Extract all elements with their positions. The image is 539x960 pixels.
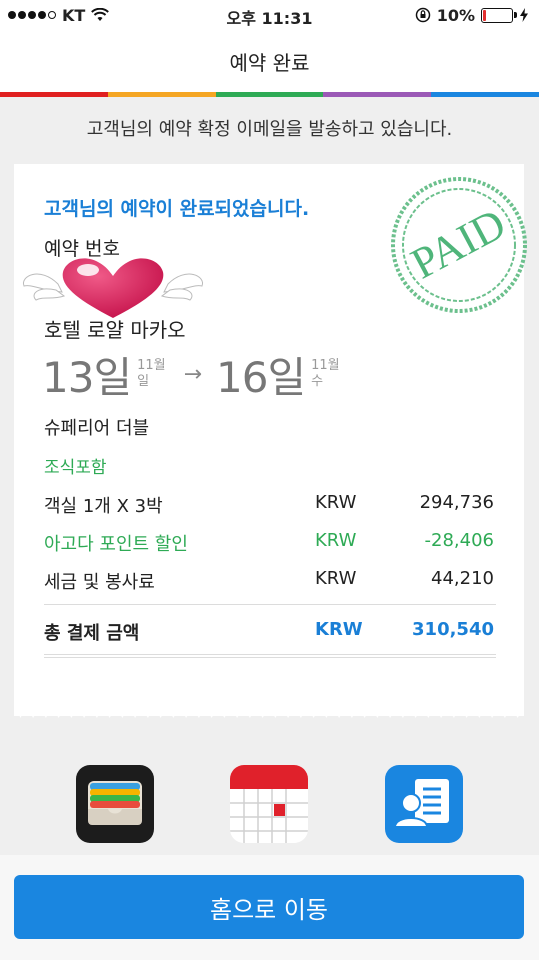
- checkin-day: 13일: [42, 352, 132, 402]
- checkin-weekday: 일: [137, 374, 150, 389]
- carrier-name: KT: [62, 5, 86, 25]
- stripe-segment: [431, 92, 539, 97]
- price-row-tax: 세금 및 봉사료 KRW 44,210: [44, 568, 494, 596]
- price-row-total: 총 결제 금액 KRW 310,540: [44, 619, 494, 647]
- price-row-label: 세금 및 봉사료: [44, 572, 155, 593]
- checkout-weekday: 수: [311, 374, 324, 389]
- contact-document-icon[interactable]: [385, 765, 463, 843]
- price-row-label: 객실 1개 X 3박: [44, 496, 163, 517]
- booking-receipt-card: 고객님의 예약이 완료되었습니다. 예약 번호 PAID 호텔 로얄 마카오 1…: [14, 164, 527, 716]
- booking-complete-title: 고객님의 예약이 완료되었습니다.: [44, 198, 310, 220]
- price-row-points-discount: 아고다 포인트 할인 KRW -28,406: [44, 530, 494, 558]
- winged-heart-sticker: [23, 258, 203, 318]
- stay-dates: 13일 11월 일 → 16일 11월 수: [42, 349, 340, 402]
- price-row-room: 객실 1개 X 3박 KRW 294,736: [44, 492, 494, 520]
- price-row-currency: KRW: [315, 492, 357, 513]
- battery-percent: 10%: [436, 5, 475, 25]
- stripe-segment: [0, 92, 108, 97]
- email-notice: 고객님의 예약 확정 이메일을 발송하고 있습니다.: [86, 119, 453, 140]
- total-amount: 310,540: [412, 619, 494, 640]
- price-row-amount: -28,406: [424, 530, 494, 551]
- status-bar: KT 오후 11:31 10%: [0, 0, 539, 30]
- paid-stamp: PAID: [391, 177, 527, 313]
- calendar-icon[interactable]: [230, 765, 308, 843]
- hotel-name: 호텔 로얄 마카오: [44, 318, 186, 342]
- checkout-day: 16일: [216, 352, 306, 402]
- divider: [44, 657, 496, 658]
- page-title: 예약 완료: [229, 50, 310, 75]
- battery-icon: [481, 7, 517, 23]
- checkout-month: 11월: [311, 358, 340, 373]
- price-row-currency: KRW: [315, 530, 357, 551]
- price-row-amount: 294,736: [419, 492, 494, 513]
- action-icons: [0, 765, 539, 845]
- divider: [44, 654, 496, 655]
- signal-strength-icon: [8, 11, 56, 19]
- stripe-segment: [215, 92, 324, 97]
- wallet-icon[interactable]: [76, 765, 154, 843]
- paid-stamp-text: PAID: [403, 199, 513, 289]
- brand-color-stripe: [0, 92, 539, 97]
- divider: [44, 604, 496, 605]
- go-home-button[interactable]: 홈으로 이동: [14, 875, 524, 939]
- price-row-amount: 44,210: [431, 568, 494, 589]
- wifi-icon: [91, 8, 110, 21]
- stripe-segment: [323, 92, 432, 97]
- checkin-month: 11월: [137, 358, 166, 373]
- price-row-label: 아고다 포인트 할인: [44, 534, 188, 555]
- room-type: 슈페리어 더블: [44, 418, 150, 439]
- orientation-lock-icon: [415, 7, 430, 23]
- charging-icon: [520, 8, 528, 22]
- total-currency: KRW: [315, 619, 363, 640]
- price-row-currency: KRW: [315, 568, 357, 589]
- receipt-torn-edge: [14, 700, 524, 718]
- arrow-right-icon: →: [183, 361, 203, 387]
- total-label: 총 결제 금액: [44, 623, 140, 644]
- stripe-segment: [107, 92, 216, 97]
- breakfast-included: 조식포함: [44, 458, 107, 478]
- navigation-bar: 예약 완료: [0, 30, 539, 92]
